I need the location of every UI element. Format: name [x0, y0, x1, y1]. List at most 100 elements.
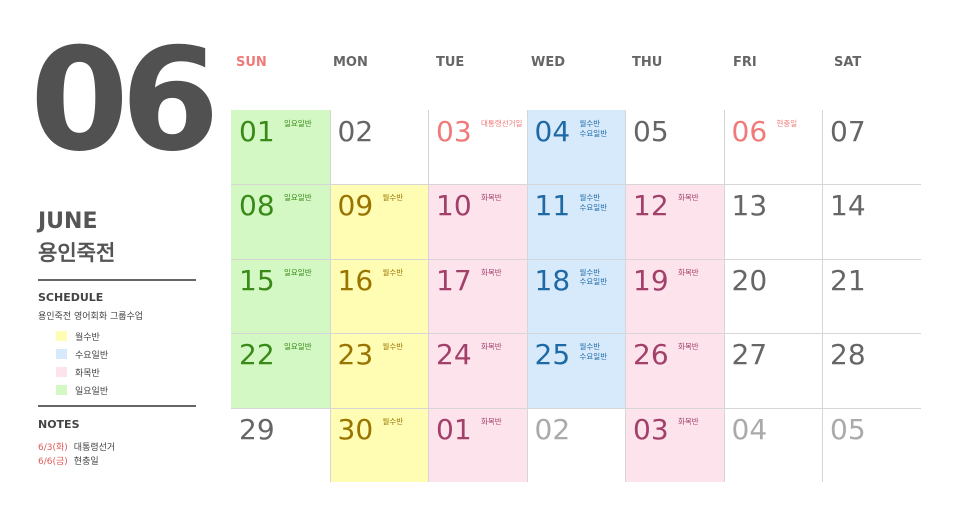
grid-col-line	[428, 110, 429, 482]
day-cell: 02	[527, 408, 626, 482]
day-cell: 05	[625, 110, 724, 184]
day-number: 29	[239, 412, 275, 446]
weekday-tue: TUE	[436, 55, 465, 70]
day-number: 10	[436, 189, 472, 223]
day-cell: 04 월수반 수요일반	[526, 110, 625, 185]
location-title: 용인죽전	[38, 241, 116, 265]
class-label: 화목반	[481, 267, 502, 277]
day-number: 05	[633, 115, 669, 148]
day-number: 02	[337, 115, 374, 148]
day-cell: 18 월수반 수요일반	[526, 258, 625, 334]
day-number: 11	[534, 189, 571, 223]
class-label: 화목반	[678, 416, 699, 426]
legend-label: 월수반	[75, 332, 100, 343]
day-cell: 04	[724, 408, 823, 482]
day-cell: 08 일요일반	[231, 184, 330, 259]
legend-label: 일요일반	[75, 386, 109, 397]
day-number: 21	[830, 263, 866, 297]
note-text: 현충일	[73, 457, 99, 467]
class-label: 화목반	[678, 342, 699, 352]
legend-swatch	[56, 367, 67, 377]
day-cell: 21	[822, 259, 921, 333]
day-cell: 09 월수반	[329, 184, 428, 259]
class-label: 월수반 수요일반	[579, 119, 608, 138]
day-number: 27	[731, 338, 768, 372]
day-number: 04	[731, 412, 768, 446]
day-cell: 23 월수반	[329, 333, 428, 408]
day-cell: 02	[330, 110, 429, 184]
day-number: 13	[731, 189, 768, 223]
day-number: 23	[337, 338, 374, 372]
day-number: 06	[731, 115, 768, 148]
month-name: JUNE	[38, 209, 98, 234]
day-cell: 03 대통령선거일	[428, 110, 527, 184]
day-number: 20	[731, 263, 768, 297]
class-label: 월수반 수요일반	[579, 193, 608, 212]
class-label: 화목반	[678, 193, 699, 203]
day-number: 02	[534, 412, 571, 446]
class-label: 월수반 수요일반	[579, 342, 608, 361]
legend-item: 월수반	[56, 327, 108, 345]
day-cell: 20	[724, 259, 823, 333]
calendar-grid: 01 일요일반 02 03 대통령선거일 04 월수반 수요일반 05 06 현충일 07 08 일요일…	[231, 110, 921, 482]
grid-col-line	[625, 110, 626, 482]
day-number: 03	[633, 412, 669, 446]
day-number: 16	[337, 263, 374, 297]
day-cell: 27	[724, 333, 823, 407]
day-number: 09	[337, 189, 374, 223]
class-label: 일요일반	[284, 342, 312, 352]
class-label: 월수반	[382, 416, 404, 426]
grid-row-line	[231, 333, 921, 335]
day-cell: 24 화목반	[428, 333, 527, 408]
day-cell: 05	[822, 408, 921, 482]
note-text: 대통령선거	[73, 443, 116, 453]
day-cell: 17 화목반	[428, 258, 527, 334]
note-item: 6/3(화) 대통령선거	[38, 441, 115, 455]
day-number: 07	[830, 115, 866, 148]
grid-col-line	[526, 110, 528, 482]
note-date: 6/6(금)	[38, 457, 68, 467]
grid-row-line	[231, 184, 921, 186]
class-label: 현충일	[776, 119, 798, 128]
legend-item: 수요일반	[56, 345, 108, 363]
day-number: 15	[239, 263, 275, 297]
day-number: 04	[534, 115, 571, 148]
grid-col-line	[329, 110, 331, 482]
weekday-fri: FRI	[733, 55, 757, 70]
day-number: 30	[337, 412, 374, 446]
class-label: 화목반	[678, 267, 699, 277]
day-cell: 13	[724, 184, 823, 258]
day-cell: 03 화목반	[625, 407, 724, 482]
day-number: 19	[633, 263, 669, 297]
day-number: 03	[436, 115, 472, 148]
day-number: 08	[239, 189, 275, 223]
schedule-description: 용인죽전 영어회화 그룹수업	[38, 312, 144, 322]
class-label: 대통령선거일	[481, 119, 523, 128]
schedule-title: SCHEDULE	[38, 291, 104, 304]
day-number: 17	[436, 263, 472, 297]
day-number: 12	[633, 189, 669, 223]
class-label: 화목반	[481, 342, 502, 352]
weekday-sat: SAT	[834, 55, 862, 70]
class-label: 일요일반	[284, 267, 312, 277]
day-number: 26	[633, 338, 669, 372]
class-label: 월수반 수요일반	[579, 267, 608, 287]
day-cell: 01 화목반	[428, 407, 527, 482]
day-cell: 14	[822, 184, 921, 258]
note-item: 6/6(금) 현충일	[38, 455, 115, 469]
legend-label: 화목반	[75, 368, 100, 379]
weekday-mon: MON	[333, 55, 368, 70]
class-label: 화목반	[481, 193, 502, 203]
grid-col-line	[822, 110, 823, 482]
day-cell: 01 일요일반	[231, 110, 330, 185]
weekday-wed: WED	[531, 55, 566, 70]
day-cell: 29	[231, 408, 330, 482]
day-number: 05	[830, 412, 866, 446]
class-label: 화목반	[481, 416, 502, 426]
legend-swatch	[56, 331, 67, 341]
divider-bottom	[38, 405, 196, 407]
legend: 월수반 수요일반 화목반 일요일반	[56, 327, 108, 399]
day-cell: 06 현충일	[724, 110, 823, 184]
day-cell: 30 월수반	[329, 407, 428, 482]
legend-label: 수요일반	[75, 350, 109, 361]
